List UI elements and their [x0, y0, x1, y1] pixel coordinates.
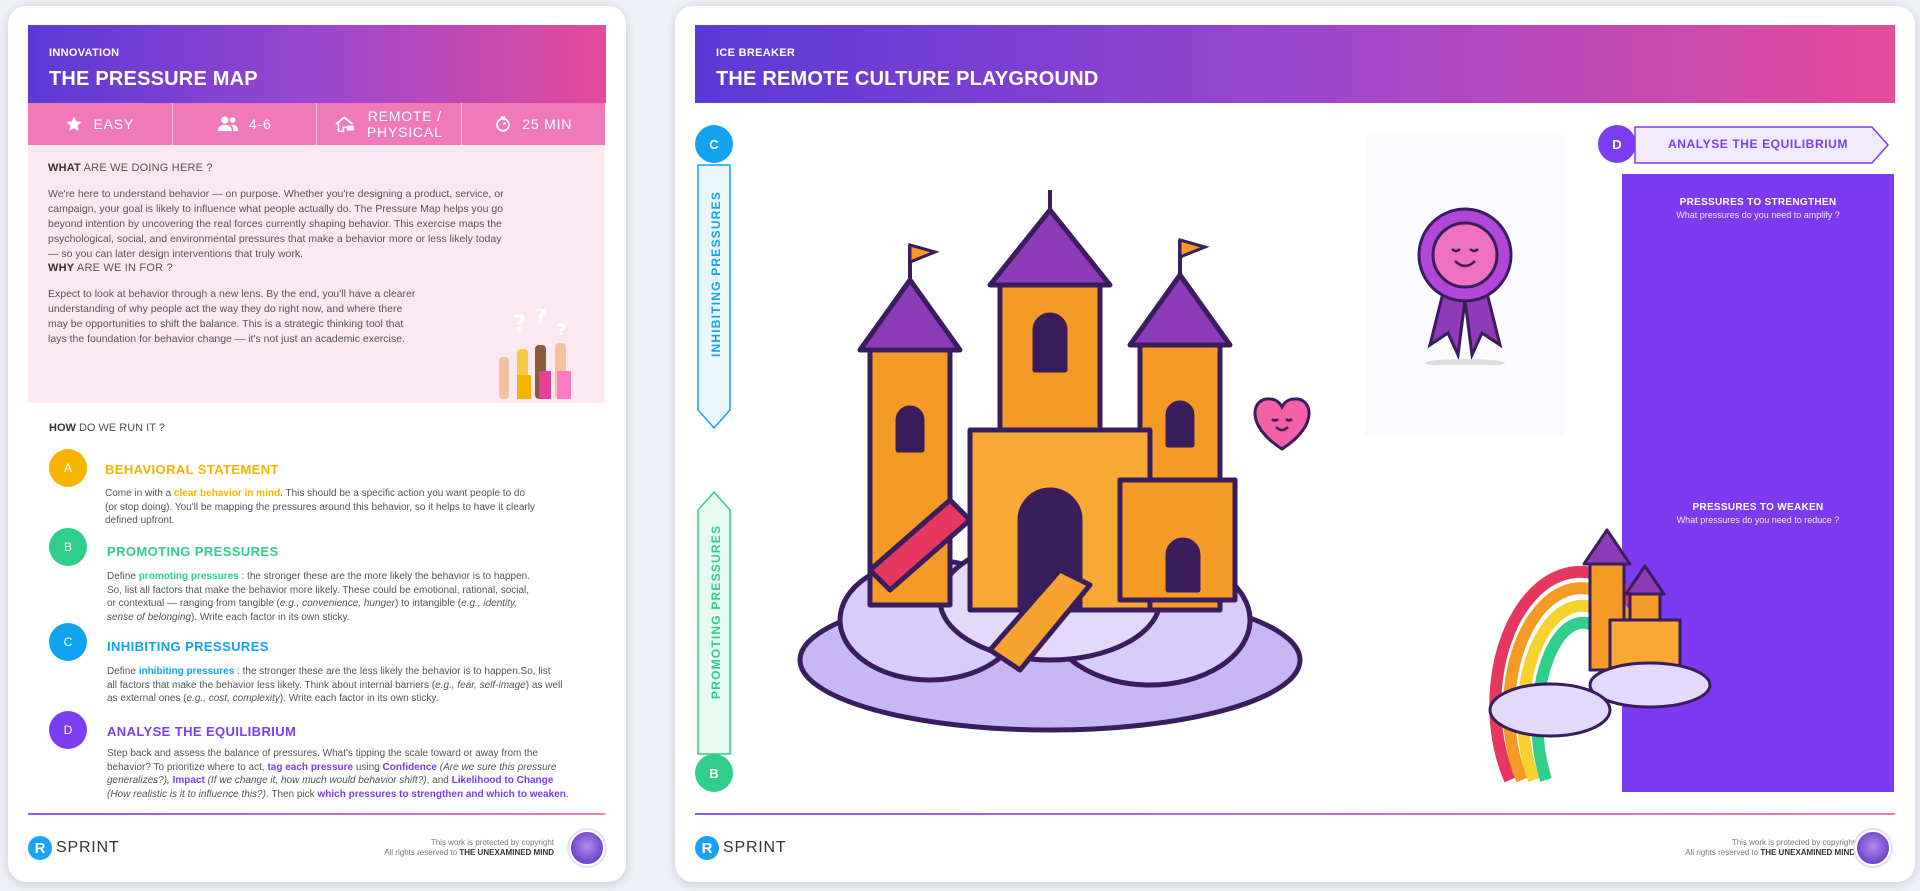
step-d-description: Step back and assess the balance of pres…: [107, 748, 569, 800]
rainbow-castle-illustration: [1488, 528, 1712, 783]
award-ribbon-icon: [1417, 207, 1513, 365]
step-d-badge: D: [49, 711, 87, 749]
intro-section: WHAT ARE WE DOING HERE ? We're here to u…: [28, 145, 605, 403]
svg-text:?: ?: [513, 312, 526, 337]
step-c-description: Define inhibiting pressures : the strong…: [107, 666, 563, 704]
inhibiting-pressures-label: INHIBITING PRESSURES: [709, 190, 723, 357]
equilibrium-header-label: ANALYSE THE EQUILIBRIUM: [1667, 137, 1849, 151]
why-heading: WHY ARE WE IN FOR ?: [48, 262, 173, 274]
meta-duration-label: 25 MIN: [522, 116, 573, 132]
strengthen-title: PRESSURES TO STRENGTHEN: [1679, 197, 1837, 208]
copyright-notice: This work is protected by copyright All …: [1685, 838, 1855, 857]
inhibiting-c-badge: C: [695, 125, 733, 163]
step-a-description: Come in with a clear behavior in mind. T…: [105, 488, 535, 526]
what-paragraph: We're here to understand behavior — on p…: [48, 188, 504, 260]
author-avatar: [1855, 830, 1891, 866]
meta-team-size: 4-6: [173, 103, 317, 145]
promoting-b-badge: B: [695, 754, 733, 792]
how-heading: HOW DO WE RUN IT ?: [49, 422, 165, 434]
copyright-notice: This work is protected by copyright All …: [384, 838, 554, 857]
star-icon: [66, 116, 82, 131]
step-a-badge: A: [49, 449, 87, 487]
what-heading: WHAT ARE WE DOING HERE ?: [48, 162, 213, 174]
meta-duration: 25 MIN: [462, 103, 606, 145]
card-title: THE REMOTE CULTURE PLAYGROUND: [716, 68, 1099, 90]
logo-text: SPRINT: [56, 839, 120, 856]
strengthen-subtitle: What pressures do you need to amplify ?: [1676, 210, 1840, 220]
logo-r-mark: R: [695, 836, 719, 860]
meta-difficulty-label: EASY: [93, 116, 135, 132]
logo-r-mark: R: [28, 836, 52, 860]
castle-on-cloud-illustration: [797, 190, 1303, 733]
meta-format-label: REMOTE / PHYSICAL: [366, 108, 443, 140]
author-avatar: [569, 830, 605, 866]
sticky-note-area[interactable]: [1365, 135, 1565, 435]
equilibrium-d-badge: D: [1598, 125, 1636, 163]
smiling-heart-illustration: [1253, 397, 1311, 451]
step-d-title: ANALYSE THE EQUILIBRIUM: [107, 724, 297, 739]
meta-format: REMOTE / PHYSICAL: [317, 103, 462, 145]
step-b-title: PROMOTING PRESSURES: [107, 544, 279, 559]
card-title: THE PRESSURE MAP: [49, 68, 258, 90]
step-b-badge: B: [49, 528, 87, 566]
why-paragraph: Expect to look at behavior through a new…: [48, 288, 416, 345]
svg-text:?: ?: [557, 320, 566, 339]
svg-text:?: ?: [535, 309, 547, 328]
left-header-banner: INNOVATION THE PRESSURE MAP: [28, 25, 606, 103]
promoting-pressures-label: PROMOTING PRESSURES: [709, 524, 723, 699]
home-icon: [335, 116, 354, 133]
meta-bar: EASY 4-6 REMOTE / PHYSICAL 25 MIN: [28, 103, 605, 145]
step-a-title: BEHAVIORAL STATEMENT: [105, 462, 279, 477]
footer-divider: [695, 813, 1895, 815]
step-b-description: Define promoting pressures : the stronge…: [107, 571, 530, 623]
pressure-map-card: INNOVATION THE PRESSURE MAP EASY 4-6 REM…: [8, 6, 626, 882]
category-label: ICE BREAKER: [716, 47, 796, 59]
category-label: INNOVATION: [49, 47, 120, 59]
meta-difficulty: EASY: [28, 103, 173, 145]
logo-text: SPRINT: [723, 839, 787, 856]
sprint-logo[interactable]: R SPRINT: [695, 836, 786, 860]
people-icon: [217, 116, 239, 132]
footer-divider: [28, 813, 605, 815]
timer-icon: [496, 116, 511, 132]
right-header-banner: ICE BREAKER THE REMOTE CULTURE PLAYGROUN…: [695, 25, 1895, 103]
step-c-badge: C: [49, 623, 87, 661]
sprint-logo[interactable]: R SPRINT: [28, 836, 119, 860]
meta-team-size-label: 4-6: [248, 116, 272, 132]
raised-hands-illustration: ? ? ?: [499, 309, 571, 399]
step-c-title: INHIBITING PRESSURES: [107, 639, 269, 654]
